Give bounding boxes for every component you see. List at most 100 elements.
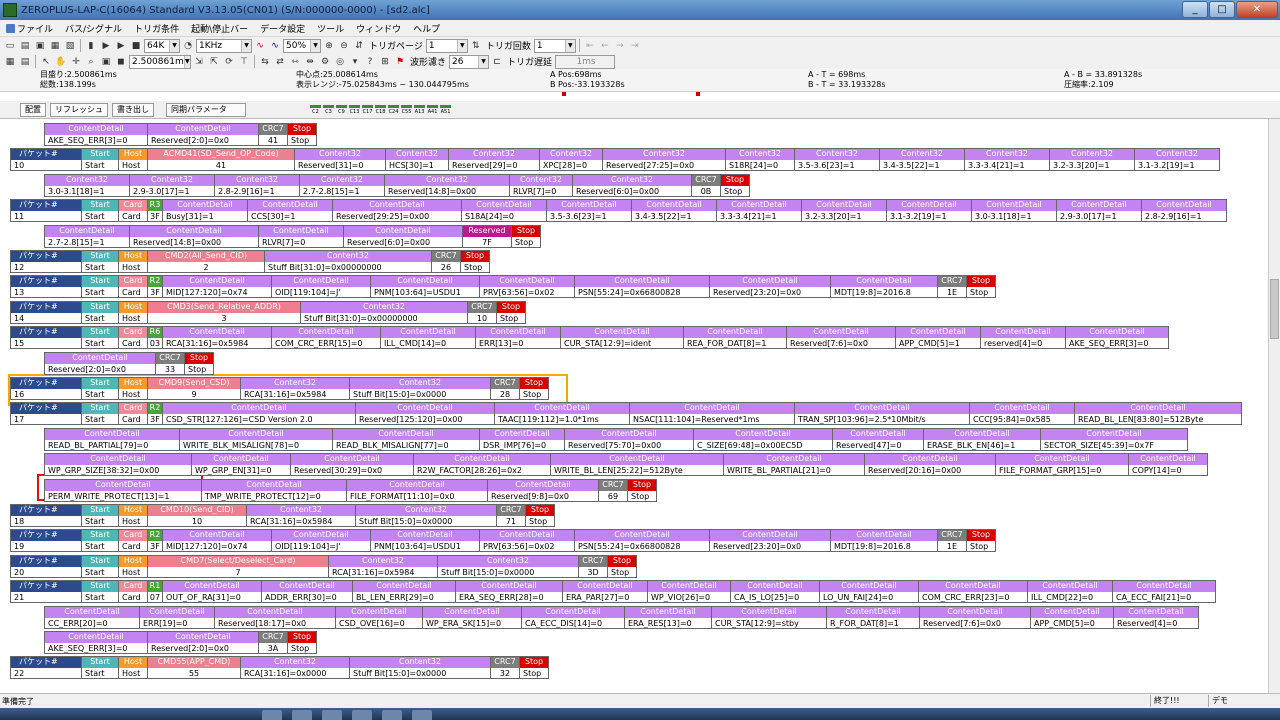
packet-field-cd[interactable]: ContentDetail 2.9-3.0[17]=1 [1056, 199, 1142, 222]
packet-field-cd[interactable]: ContentDetail RLVR[7]=0 [258, 225, 344, 248]
packet-field-cd[interactable]: ContentDetail 3.3-3.4[21]=1 [716, 199, 802, 222]
b-t-readout[interactable]: B - T = 33.193328s [808, 80, 886, 90]
packet-field-pkt[interactable]: パケット# 19 [10, 529, 82, 552]
packet-field-cd[interactable]: ContentDetail ERR[13]=0 [475, 326, 561, 349]
frequency-select[interactable]: 1KHz ▼ [196, 38, 252, 53]
packet-field-start[interactable]: Start Start [81, 250, 119, 273]
single-run-icon[interactable]: ▮ [84, 39, 98, 53]
sync-params-button[interactable]: 同期パラメータ [166, 102, 246, 117]
packet-field-pkt[interactable]: パケット# 20 [10, 555, 82, 578]
menu-data-settings[interactable]: データ設定 [254, 22, 311, 35]
packet-field-cd[interactable]: ContentDetail Reserved[7:6]=0x0 [786, 326, 896, 349]
marker-alt-icon[interactable]: ⇱ [207, 55, 221, 69]
packet-field-cd[interactable]: ContentDetail Reserved[6:0]=0x00 [343, 225, 463, 248]
packet-field-start[interactable]: Start Start [81, 326, 119, 349]
measure-icon[interactable]: ⇿ [288, 55, 302, 69]
packet-field-crc[interactable]: CRC7 10 [467, 301, 497, 324]
cursor-a-icon[interactable]: ⇆ [258, 55, 272, 69]
packet-field-start[interactable]: Start Start [81, 529, 119, 552]
packet-field-start[interactable]: Start Start [81, 301, 119, 324]
packet-field-cd[interactable]: ContentDetail reserved[4]=0 [980, 326, 1066, 349]
packet-field-stop[interactable]: Stop Stop [720, 174, 750, 197]
channel-chip[interactable]: C13 [349, 104, 360, 115]
search-icon[interactable]: ⌕ [84, 55, 98, 69]
settings-icon[interactable]: ⚙ [318, 55, 332, 69]
packet-field-start[interactable]: Start Start [81, 275, 119, 298]
packet-field-cd[interactable]: ContentDetail CUR_STA[12:9]=ident [560, 326, 684, 349]
packet-field-cd[interactable]: ContentDetail NSAC[111:104]=Reserved*1ms [629, 402, 795, 425]
packet-field-cd[interactable]: ContentDetail Busy[31]=1 [162, 199, 248, 222]
packet-field-cd[interactable]: ContentDetail C_SIZE[69:48]=0x00EC5D [693, 428, 833, 451]
packet-field-cd[interactable]: ContentDetail MID[127:120]=0x74 [162, 275, 272, 298]
packet-field-cd[interactable]: ContentDetail ADDR_ERR[30]=0 [261, 580, 353, 603]
packet-field-c32[interactable]: Content32 S18R[24]=0 [725, 148, 795, 171]
packet-field-cd[interactable]: ContentDetail PERM_WRITE_PROTECT[13]=1 [44, 479, 202, 502]
channel-chip[interactable]: C55 [401, 104, 412, 115]
zoom-select[interactable]: 50% ▼ [283, 38, 321, 53]
hand-icon[interactable]: ✋ [54, 55, 68, 69]
packet-field-cmd[interactable]: CMD9(Send_CSD) 9 [147, 377, 241, 400]
packet-field-start[interactable]: Start Start [81, 656, 119, 679]
packet-field-c32[interactable]: Content32 Stuff Bit[15:0]=0x0000 [437, 555, 579, 578]
packet-field-cd[interactable]: ContentDetail 2.8-2.9[16]=1 [1141, 199, 1227, 222]
packet-field-c32[interactable]: Content32 RCA[31:16]=0x5984 [246, 504, 356, 527]
packet-field-cmd[interactable]: CMD3(Send_Relative_ADDR) 3 [147, 301, 301, 324]
packet-field-host[interactable]: Host Host [118, 301, 148, 324]
packet-field-crc[interactable]: CRC7 69 [598, 479, 628, 502]
packet-field-c32[interactable]: Content32 Reserved[31]=0 [294, 148, 386, 171]
packet-field-c32[interactable]: Content32 Reserved[27:25]=0x0 [602, 148, 726, 171]
packet-field-crc[interactable]: CRC7 26 [431, 250, 461, 273]
packet-field-cd[interactable]: ContentDetail Reserved[20:16]=0x00 [864, 453, 996, 476]
channel-chip[interactable]: C17 [362, 104, 373, 115]
packet-field-pkt[interactable]: パケット# 10 [10, 148, 82, 171]
packet-field-cd[interactable]: ContentDetail PSN[55:24]=0x66800828 [574, 529, 710, 552]
packet-field-cd[interactable]: ContentDetail ERA_PAR[27]=0 [562, 580, 648, 603]
packet-field-cd[interactable]: ContentDetail AKE_SEQ_ERR[3]=0 [44, 123, 148, 146]
packet-field-cd[interactable]: ContentDetail AKE_SEQ_ERR[3]=0 [44, 631, 148, 654]
print-icon[interactable]: ▦ [48, 39, 62, 53]
packet-field-cd[interactable]: ContentDetail FILE_FORMAT_GRP[15]=0 [995, 453, 1129, 476]
packet-field-host[interactable]: Host Host [118, 148, 148, 171]
packet-field-crc[interactable]: CRC7 0B [691, 174, 721, 197]
packet-field-cd[interactable]: ContentDetail Reserved[23:20]=0x0 [709, 529, 831, 552]
packet-field-c32[interactable]: Content32 RCA[31:16]=0x0000 [240, 656, 350, 679]
open-folder-icon[interactable]: ▤ [18, 39, 32, 53]
packet-field-r[interactable]: R2 3F [147, 402, 163, 425]
grid-icon[interactable]: ▦ [3, 55, 17, 69]
menu-trigger[interactable]: トリガ条件 [128, 22, 185, 35]
packet-field-stop[interactable]: Stop Stop [627, 479, 657, 502]
packet-field-c32[interactable]: Content32 2.8-2.9[16]=1 [214, 174, 300, 197]
packet-field-r[interactable]: R6 03 [147, 326, 163, 349]
filter-icon[interactable]: ⊞ [378, 55, 392, 69]
packet-field-cd[interactable]: ContentDetail WRITE_BL_PARTIAL[21]=0 [723, 453, 865, 476]
packet-field-cd[interactable]: ContentDetail PSN[55:24]=0x66800828 [574, 275, 710, 298]
taskbar-item[interactable] [382, 710, 402, 720]
packet-field-stop[interactable]: Stop Stop [519, 377, 549, 400]
taskbar-item[interactable] [322, 710, 342, 720]
waveform-alt-icon[interactable]: ∿ [268, 39, 282, 53]
scan-icon[interactable]: ⇹ [303, 55, 317, 69]
channel-chip[interactable]: C9 [336, 104, 347, 115]
write-out-button[interactable]: 書き出し [112, 102, 154, 117]
packet-field-cd[interactable]: ContentDetail WRITE_BLK_MISALIGN[78]=0 [179, 428, 333, 451]
taskbar-item[interactable] [352, 710, 372, 720]
packet-field-c32[interactable]: Content32 XPC[28]=0 [539, 148, 603, 171]
trigger-page-select[interactable]: 1 ▼ [425, 38, 468, 53]
packet-field-cd[interactable]: ContentDetail Reserved[18:17]=0x0 [214, 606, 336, 629]
packet-field-c32[interactable]: Content32 HCS[30]=1 [385, 148, 449, 171]
zoom-out-icon[interactable]: ⊖ [337, 39, 351, 53]
nav-last-icon[interactable]: ⇥ [628, 39, 642, 53]
packet-field-crc[interactable]: CRC7 41 [258, 123, 288, 146]
cursor-marker[interactable] [562, 92, 566, 96]
packet-field-cd[interactable]: ContentDetail APP_CMD[5]=0 [1030, 606, 1114, 629]
zoom-in-icon[interactable]: ⊕ [322, 39, 336, 53]
packet-field-cd[interactable]: ContentDetail REA_FOR_DAT[8]=1 [683, 326, 787, 349]
packet-field-c32[interactable]: Content32 3.3-3.4[21]=1 [964, 148, 1050, 171]
packet-field-start[interactable]: Start Start [81, 199, 119, 222]
packet-field-card[interactable]: Card Card [118, 199, 148, 222]
packet-field-cd[interactable]: ContentDetail MID[127:120]=0x74 [162, 529, 272, 552]
cross-cursor-icon[interactable]: ✛ [69, 55, 83, 69]
packet-field-c32[interactable]: Content32 Reserved[6:0]=0x00 [572, 174, 692, 197]
run-icon[interactable]: ▶ [99, 39, 113, 53]
packet-field-cd[interactable]: ContentDetail READ_BL_PARTIAL[79]=0 [44, 428, 180, 451]
